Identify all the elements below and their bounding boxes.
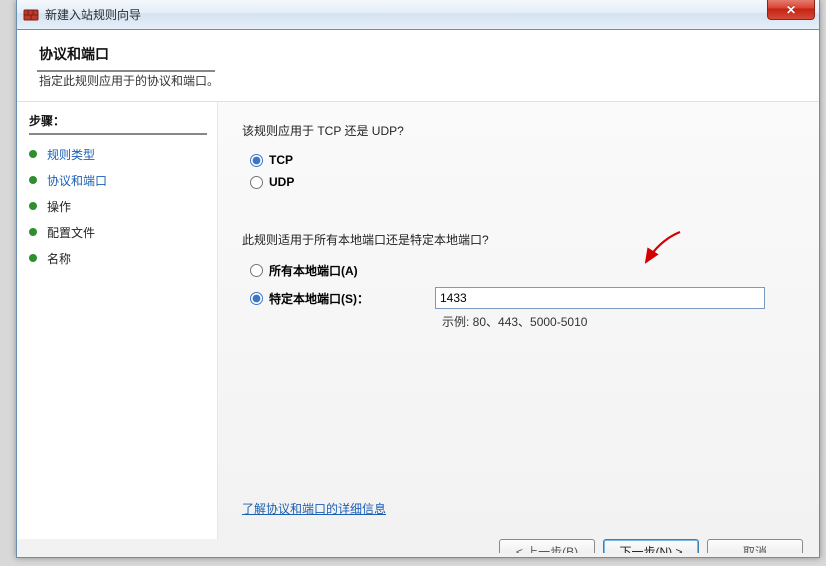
close-icon: ✕ xyxy=(786,3,796,17)
window-title: 新建入站规则向导 xyxy=(45,6,141,23)
all-ports-label: 所有本地端口(A) xyxy=(269,262,358,279)
specific-ports-radio-row[interactable]: 特定本地端口(S)： xyxy=(250,290,419,307)
step-bullet-icon xyxy=(29,254,37,262)
page-subtitle: 指定此规则应用于的协议和端口。 xyxy=(37,72,799,89)
step-bullet-icon xyxy=(29,176,37,184)
sidebar: 步骤： 规则类型 协议和端口 操作 配置文件 xyxy=(17,102,217,539)
firewall-icon xyxy=(23,7,39,23)
steps-underline xyxy=(29,133,207,135)
udp-radio[interactable] xyxy=(250,176,263,189)
more-info-row: 了解协议和端口的详细信息 xyxy=(242,500,795,517)
step-action: 操作 xyxy=(29,193,205,219)
button-bar: < 上一步(B) 下一步(N) > 取消 xyxy=(499,539,803,553)
step-label: 操作 xyxy=(47,198,71,215)
tcp-radio[interactable] xyxy=(250,154,263,167)
specific-ports-option: 特定本地端口(S)： xyxy=(250,287,795,309)
step-rule-type[interactable]: 规则类型 xyxy=(29,141,205,167)
step-label: 名称 xyxy=(47,250,71,267)
all-ports-option[interactable]: 所有本地端口(A) xyxy=(250,262,795,279)
udp-option[interactable]: UDP xyxy=(250,175,795,189)
close-button[interactable]: ✕ xyxy=(767,0,815,20)
scope-prompt: 此规则适用于所有本地端口还是特定本地端口? xyxy=(242,231,795,248)
client-area: 协议和端口 指定此规则应用于的协议和端口。 步骤： 规则类型 协议和端口 操作 xyxy=(17,30,819,557)
port-input[interactable] xyxy=(435,287,765,309)
next-button[interactable]: 下一步(N) > xyxy=(603,539,699,553)
tcp-option[interactable]: TCP xyxy=(250,153,795,167)
specific-ports-radio[interactable] xyxy=(250,292,263,305)
protocol-prompt: 该规则应用于 TCP 还是 UDP? xyxy=(242,122,795,139)
more-info-link[interactable]: 了解协议和端口的详细信息 xyxy=(242,502,386,516)
step-bullet-icon xyxy=(29,150,37,158)
wizard-window: 新建入站规则向导 ✕ 协议和端口 指定此规则应用于的协议和端口。 步骤： 规则类… xyxy=(16,0,820,558)
udp-label: UDP xyxy=(269,175,294,189)
tcp-label: TCP xyxy=(269,153,293,167)
step-bullet-icon xyxy=(29,228,37,236)
steps-heading: 步骤： xyxy=(29,112,205,133)
step-bullet-icon xyxy=(29,202,37,210)
port-example: 示例: 80、443、5000-5010 xyxy=(442,313,795,330)
step-label: 规则类型 xyxy=(47,146,95,163)
body-area: 步骤： 规则类型 协议和端口 操作 配置文件 xyxy=(17,102,819,539)
port-scope-block: 此规则适用于所有本地端口还是特定本地端口? 所有本地端口(A) 特定本地端口(S… xyxy=(242,231,795,330)
page-header: 协议和端口 指定此规则应用于的协议和端口。 xyxy=(17,30,819,102)
back-button[interactable]: < 上一步(B) xyxy=(499,539,595,553)
page-title: 协议和端口 xyxy=(37,44,799,64)
step-label: 配置文件 xyxy=(47,224,95,241)
step-profile: 配置文件 xyxy=(29,219,205,245)
step-protocol-port[interactable]: 协议和端口 xyxy=(29,167,205,193)
all-ports-radio[interactable] xyxy=(250,264,263,277)
back-button-label: < 上一步(B) xyxy=(516,543,578,554)
next-button-label: 下一步(N) > xyxy=(619,543,682,554)
cancel-button[interactable]: 取消 xyxy=(707,539,803,553)
titlebar: 新建入站规则向导 ✕ xyxy=(17,0,819,30)
step-name: 名称 xyxy=(29,245,205,271)
specific-ports-label: 特定本地端口(S)： xyxy=(269,290,419,307)
step-label: 协议和端口 xyxy=(47,172,107,189)
cancel-button-label: 取消 xyxy=(743,543,767,554)
main-panel: 该规则应用于 TCP 还是 UDP? TCP UDP 此规则适用于所有本地端口还… xyxy=(217,102,819,539)
